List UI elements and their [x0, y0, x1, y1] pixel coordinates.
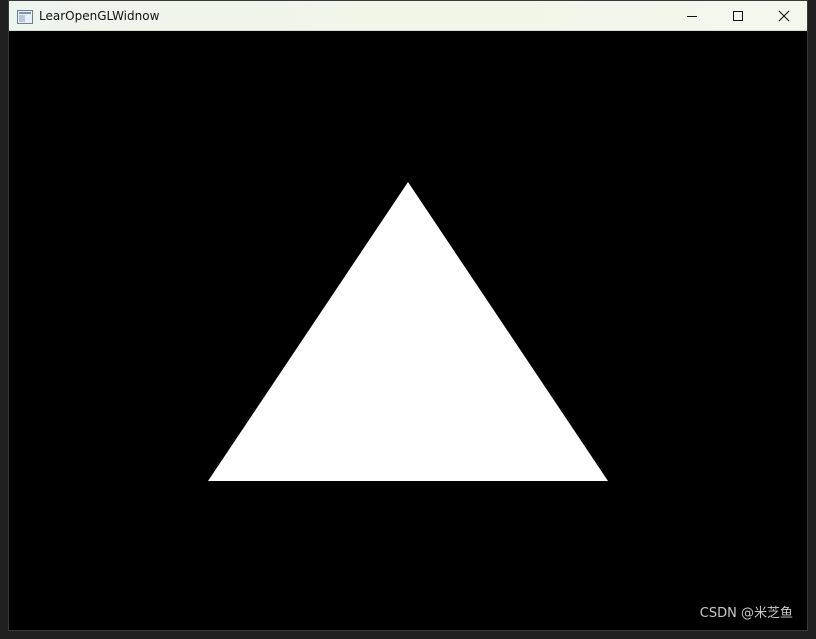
minimize-icon — [686, 7, 698, 26]
close-button[interactable] — [761, 1, 807, 31]
window-app-icon — [17, 9, 33, 24]
window-titlebar[interactable]: LearOpenGLWidnow — [9, 1, 807, 31]
maximize-button[interactable] — [715, 1, 761, 31]
app-window: LearOpenGLWidnow CSDN @米芝鱼 — [8, 0, 808, 631]
window-title: LearOpenGLWidnow — [39, 9, 160, 23]
minimize-button[interactable] — [669, 1, 715, 31]
desktop-background: LearOpenGLWidnow CSDN @米芝鱼 — [0, 0, 816, 639]
opengl-render-canvas[interactable]: CSDN @米芝鱼 — [9, 31, 807, 630]
watermark-text: CSDN @米芝鱼 — [699, 606, 793, 621]
close-icon — [778, 7, 790, 26]
maximize-icon — [732, 7, 744, 26]
render-surface — [208, 182, 608, 481]
white-triangle — [208, 182, 608, 481]
